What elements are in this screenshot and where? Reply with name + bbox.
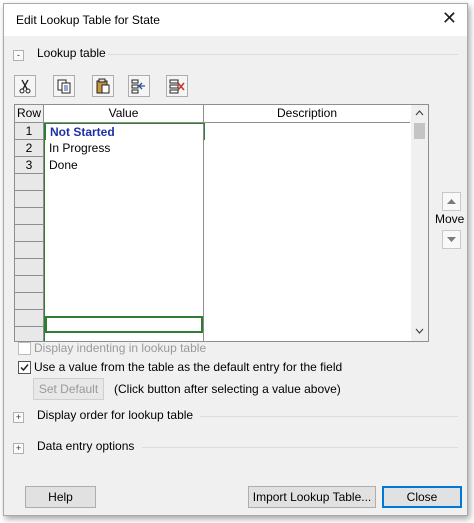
collapse-toggle[interactable]: - — [13, 50, 24, 62]
default-checkbox[interactable] — [18, 361, 31, 374]
set-default-hint: (Click button after selecting a value ab… — [114, 382, 341, 396]
move-up-button[interactable] — [442, 192, 461, 211]
row-number[interactable]: 2 — [15, 140, 44, 157]
row-number[interactable] — [15, 208, 44, 225]
insert-row-button[interactable] — [128, 75, 150, 97]
dialog-title: Edit Lookup Table for State — [16, 13, 160, 27]
vertical-scrollbar[interactable] — [411, 105, 428, 341]
row-number[interactable] — [15, 242, 44, 259]
indent-label: Display indenting in lookup table — [34, 341, 207, 355]
row-number[interactable] — [15, 174, 44, 191]
copy-icon — [57, 79, 71, 94]
value-cell[interactable]: Done — [45, 157, 203, 173]
delete-row-icon — [169, 79, 185, 94]
lookup-table-label: Lookup table — [37, 46, 106, 60]
paste-button[interactable] — [92, 75, 114, 97]
description-cell[interactable] — [205, 123, 409, 139]
row-number[interactable] — [15, 310, 44, 327]
close-button[interactable]: Close — [382, 486, 462, 508]
edit-lookup-dialog: Edit Lookup Table for State ✕ - Lookup t… — [3, 3, 468, 516]
insert-row-icon — [131, 79, 145, 94]
value-cell[interactable]: Not Started — [45, 123, 205, 140]
row-number[interactable] — [15, 225, 44, 242]
row-number[interactable]: 1 — [15, 123, 44, 140]
default-label: Use a value from the table as the defaul… — [34, 360, 343, 374]
indent-checkbox[interactable] — [18, 342, 31, 355]
import-lookup-table-button[interactable]: Import Lookup Table... — [248, 486, 376, 508]
title-bar: Edit Lookup Table for State ✕ — [4, 4, 467, 36]
scrollbar-graphic — [414, 110, 425, 334]
value-column-edit-border — [44, 123, 45, 341]
row-number[interactable]: 3 — [15, 157, 44, 174]
delete-row-button[interactable] — [166, 75, 188, 97]
expand-toggle[interactable]: + — [13, 443, 24, 455]
row-column-header: Row — [15, 105, 44, 123]
cut-button[interactable] — [14, 75, 36, 97]
display-order-section[interactable]: + Display order for lookup table — [13, 408, 193, 424]
row-number[interactable] — [15, 293, 44, 310]
display-order-label: Display order for lookup table — [37, 408, 194, 422]
lookup-table-section: - Lookup table — [13, 46, 106, 62]
value-column-header[interactable]: Value — [44, 105, 204, 123]
description-cell[interactable] — [205, 140, 409, 156]
triangle-up-icon — [447, 199, 456, 204]
lookup-grid: Row Value Description 1 2 3 Not Started … — [14, 104, 429, 342]
expand-toggle[interactable]: + — [13, 412, 24, 424]
row-number[interactable] — [15, 276, 44, 293]
value-cell[interactable]: In Progress — [45, 140, 203, 156]
set-default-button[interactable]: Set Default — [33, 378, 104, 400]
close-icon[interactable]: ✕ — [442, 9, 457, 27]
move-down-button[interactable] — [442, 230, 461, 249]
paste-icon — [96, 78, 110, 94]
section-divider — [108, 54, 458, 55]
new-entry-cell[interactable] — [45, 316, 203, 333]
copy-button[interactable] — [53, 75, 75, 97]
cut-icon — [19, 79, 31, 94]
description-column-header[interactable]: Description — [204, 105, 410, 123]
data-entry-label: Data entry options — [37, 439, 135, 453]
description-cell[interactable] — [205, 157, 409, 173]
row-number[interactable] — [15, 259, 44, 276]
row-number[interactable] — [15, 191, 44, 208]
checkmark-icon — [20, 364, 29, 372]
triangle-down-icon — [447, 237, 456, 242]
section-divider — [142, 447, 458, 448]
move-label: Move — [435, 212, 465, 226]
row-number[interactable] — [15, 327, 44, 341]
data-entry-section[interactable]: + Data entry options — [13, 439, 134, 455]
section-divider — [200, 416, 458, 417]
column-divider — [203, 123, 204, 341]
help-button[interactable]: Help — [25, 486, 96, 508]
